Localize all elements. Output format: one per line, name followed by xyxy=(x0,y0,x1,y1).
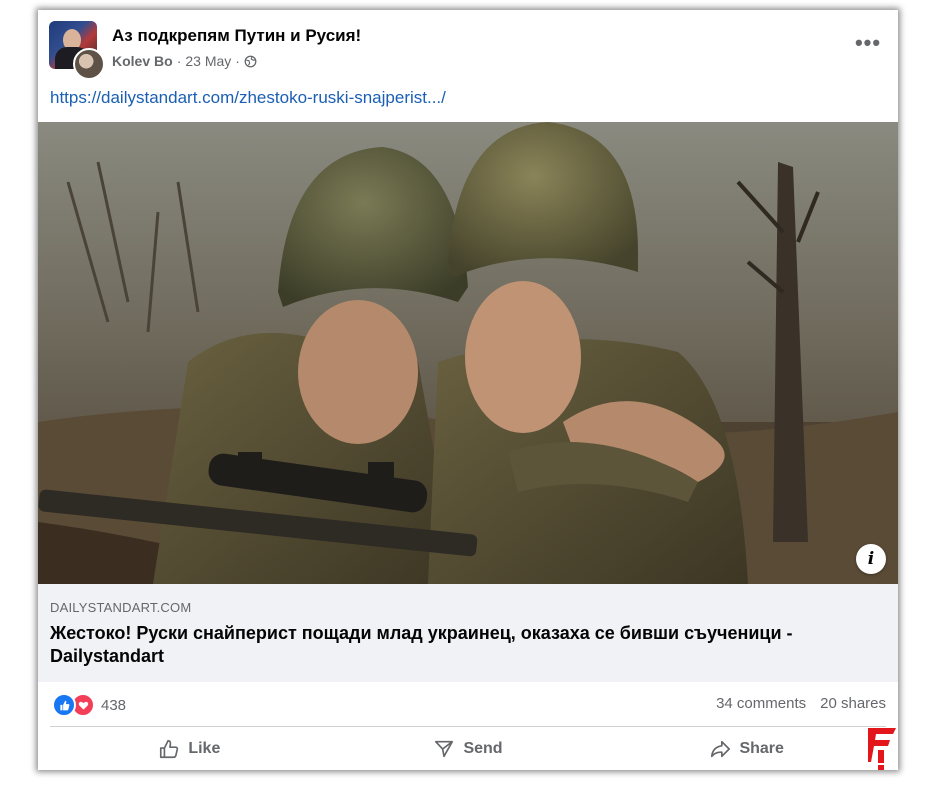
reaction-count: 438 xyxy=(101,696,127,714)
link-preview-image[interactable]: i xyxy=(38,122,898,584)
group-name[interactable]: Аз подкрепям Путин и Русия! xyxy=(112,26,361,46)
send-label: Send xyxy=(463,739,503,757)
factcheck-logo-icon xyxy=(868,728,896,770)
meta-separator-2: · xyxy=(235,53,240,69)
like-label: Like xyxy=(188,739,221,757)
share-label: Share xyxy=(739,739,784,757)
author-name[interactable]: Kolev Bo xyxy=(112,53,173,69)
more-options-button[interactable]: ••• xyxy=(850,28,886,58)
post-actions: Like Send Share xyxy=(50,727,886,770)
like-button[interactable]: Like xyxy=(50,727,329,770)
post-header: Аз подкрепям Путин и Русия! Kolev Bo · 2… xyxy=(38,10,898,122)
preview-domain: DAILYSTANDART.COM xyxy=(50,600,192,615)
shares-count[interactable]: 20 shares xyxy=(820,695,886,712)
link-preview[interactable]: DAILYSTANDART.COM Жестоко! Руски снайпер… xyxy=(38,584,898,682)
facebook-post-card: Аз подкрепям Путин и Русия! Kolev Bo · 2… xyxy=(38,10,898,770)
post-link[interactable]: https://dailystandart.com/zhestoko-ruski… xyxy=(50,88,446,108)
comments-count[interactable]: 34 comments xyxy=(716,695,806,712)
info-button[interactable]: i xyxy=(856,544,886,574)
globe-icon xyxy=(244,55,257,67)
send-button[interactable]: Send xyxy=(329,727,608,770)
share-button[interactable]: Share xyxy=(607,727,886,770)
meta-separator: · xyxy=(176,53,182,69)
author-avatar[interactable] xyxy=(73,48,105,80)
send-icon xyxy=(435,740,454,757)
like-icon xyxy=(52,693,76,717)
post-meta: Kolev Bo · 23 May · xyxy=(112,53,257,69)
reactions-summary[interactable]: 438 xyxy=(52,693,126,717)
post-date[interactable]: 23 May xyxy=(185,53,231,69)
post-stats: 438 34 comments 20 shares xyxy=(38,682,898,726)
stats-right: 34 comments 20 shares xyxy=(716,695,886,712)
soldiers-photo xyxy=(38,122,898,584)
share-arrow-icon xyxy=(711,740,731,757)
preview-headline[interactable]: Жестоко! Руски снайперист пощади млад ук… xyxy=(50,622,810,668)
thumbs-up-icon xyxy=(160,739,179,758)
